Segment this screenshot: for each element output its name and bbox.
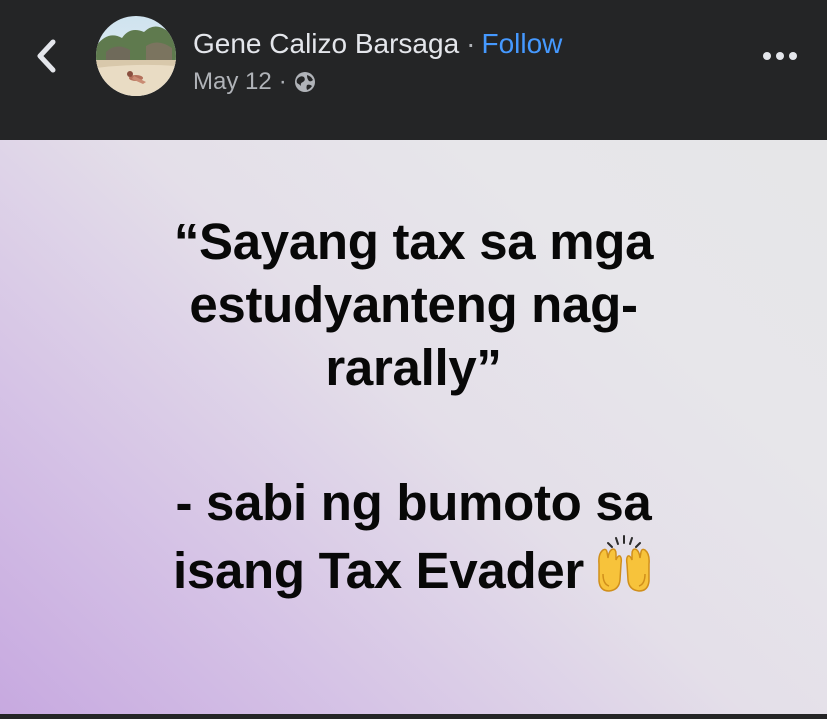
- post-line-1: “Sayang tax sa mga: [173, 213, 654, 270]
- back-button[interactable]: [22, 32, 70, 80]
- post-header: Gene Calizo Barsaga · Follow May 12 ·: [0, 0, 827, 140]
- post-line-2: estudyanteng nag-: [189, 276, 638, 333]
- post-line-3: rarally”: [325, 339, 502, 396]
- author-name[interactable]: Gene Calizo Barsaga: [193, 28, 459, 59]
- meta-separator: ·: [278, 68, 287, 95]
- post-line-4: - sabi ng bumoto sa: [175, 474, 652, 531]
- post-date[interactable]: May 12: [193, 67, 272, 97]
- post-line-5-wrapper: isang Tax Evader: [60, 534, 767, 602]
- name-separator: ·: [466, 28, 476, 59]
- chevron-left-icon: [37, 39, 56, 73]
- more-horizontal-icon: [763, 52, 797, 60]
- post-line-5: isang Tax Evader: [173, 542, 584, 599]
- avatar-photo: [96, 16, 176, 96]
- bottom-border: [0, 714, 827, 719]
- avatar[interactable]: [96, 16, 176, 96]
- post-meta: May 12 ·: [193, 67, 317, 97]
- globe-icon: [293, 70, 317, 94]
- post-text: “Sayang tax sa mga estudyanteng nag- rar…: [60, 210, 767, 602]
- follow-button[interactable]: Follow: [481, 28, 562, 59]
- author-line: Gene Calizo Barsaga · Follow: [193, 27, 562, 61]
- raising-hands-emoji: [598, 535, 650, 592]
- more-options-button[interactable]: [758, 38, 802, 74]
